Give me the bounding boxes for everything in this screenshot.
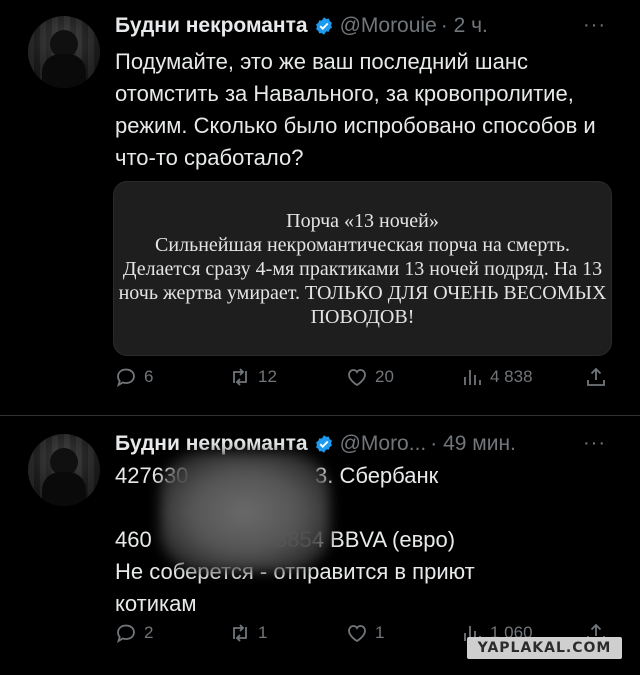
more-icon[interactable]: ··· xyxy=(583,432,606,455)
like-icon xyxy=(348,369,366,387)
author-handle[interactable]: @Morouie xyxy=(340,14,437,38)
author-name[interactable]: Будни некроманта xyxy=(115,14,308,38)
reply-count: 2 xyxy=(144,623,154,642)
share-icon xyxy=(587,367,605,386)
retweet-count: 12 xyxy=(258,367,277,386)
more-icon[interactable]: ··· xyxy=(583,14,606,37)
tweet-actions: 6 12 20 4 838 xyxy=(0,365,640,395)
tweet-header: Будни некроманта @Moro... · 49 мин. xyxy=(115,428,516,460)
author-handle[interactable]: @Moro... xyxy=(340,432,427,456)
verified-badge-icon xyxy=(315,17,332,35)
retweet-count: 1 xyxy=(258,623,268,642)
avatar-body xyxy=(42,54,86,88)
like-count: 1 xyxy=(375,623,385,642)
redaction-blur xyxy=(160,452,330,572)
like-button[interactable]: 20 xyxy=(345,365,394,389)
like-count: 20 xyxy=(375,367,394,386)
author-avatar[interactable] xyxy=(28,16,100,88)
reply-icon xyxy=(116,368,135,387)
tweet-1[interactable]: Будни некроманта @Morouie · 2 ч. ··· Под… xyxy=(0,0,640,415)
avatar-body xyxy=(42,472,86,506)
like-button[interactable]: 1 xyxy=(345,621,384,645)
site-watermark: YAPLAKAL.COM xyxy=(467,637,622,659)
views-count: 4 838 xyxy=(490,367,533,386)
tweet-header: Будни некроманта @Morouie · 2 ч. xyxy=(115,10,488,42)
tweet-time[interactable]: · 49 мин. xyxy=(430,432,516,456)
views-icon xyxy=(464,370,481,385)
share-button[interactable] xyxy=(584,365,614,389)
card-number-2-start: 460 xyxy=(115,527,152,552)
author-avatar[interactable] xyxy=(28,434,100,506)
retweet-button[interactable]: 12 xyxy=(228,365,277,389)
views-button[interactable]: 4 838 xyxy=(460,365,533,389)
tweet-text: Подумайте, это же ваш последний шанс ото… xyxy=(115,49,596,170)
tweet-time[interactable]: · 2 ч. xyxy=(441,14,488,38)
like-icon xyxy=(348,625,366,643)
reply-button[interactable]: 2 xyxy=(114,621,153,645)
retweet-icon xyxy=(233,624,247,642)
reply-icon xyxy=(116,624,135,643)
reply-button[interactable]: 6 xyxy=(114,365,153,389)
reply-count: 6 xyxy=(144,367,154,386)
retweet-icon xyxy=(233,368,247,386)
card-number-1-end: 3. Сбербанк xyxy=(315,463,439,488)
tweet-image-card[interactable]: Порча «13 ночей» Сильнейшая некромантиче… xyxy=(113,181,612,356)
verified-badge-icon xyxy=(315,435,332,453)
card-text: Порча «13 ночей» Сильнейшая некромантиче… xyxy=(118,209,607,328)
retweet-button[interactable]: 1 xyxy=(228,621,267,645)
